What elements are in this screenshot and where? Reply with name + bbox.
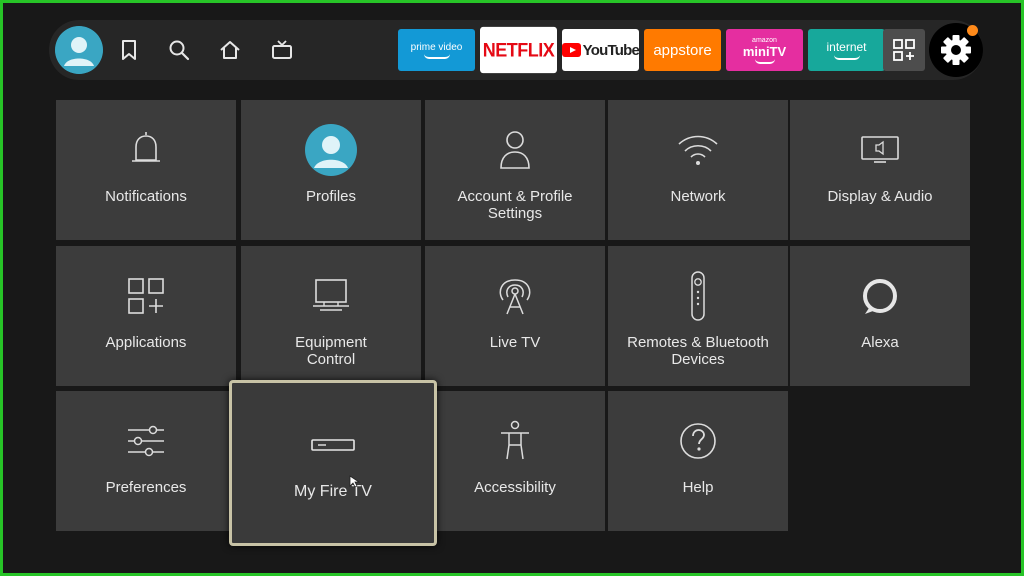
tile-icon-wrap (425, 274, 605, 318)
tile-notifications[interactable]: Notifications (56, 100, 236, 240)
app-prime-video[interactable]: prime video (398, 29, 475, 71)
tile-icon-wrap (608, 270, 788, 322)
home-icon (220, 41, 240, 59)
tile-icon-wrap (608, 419, 788, 463)
accessibility-icon (501, 420, 529, 460)
bell-icon (132, 132, 160, 162)
profile-avatar[interactable] (55, 26, 103, 74)
tile-remotes-bluetooth[interactable]: Remotes & Bluetooth Devices (608, 246, 788, 386)
tile-profiles[interactable]: Profiles (241, 100, 421, 240)
app-netflix-label: NETFLIX (482, 38, 555, 61)
apps-icon (128, 278, 164, 314)
person-icon (500, 131, 530, 169)
tile-network[interactable]: Network (608, 100, 788, 240)
apps-row: prime video NETFLIX YouTube appstore ama… (398, 26, 885, 74)
prime-smile-icon (423, 54, 450, 59)
tile-label: Display & Audio (827, 188, 933, 205)
fire-tv-device-icon (311, 439, 355, 451)
tile-accessibility[interactable]: Accessibility (425, 391, 605, 531)
tile-icon-wrap (608, 128, 788, 172)
tile-equipment-control[interactable]: Equipment Control (241, 246, 421, 386)
remote-icon (691, 271, 705, 321)
bookmark-button[interactable] (109, 30, 149, 70)
app-appstore-label: appstore (653, 41, 712, 59)
tile-label: Equipment Control (295, 334, 367, 368)
tile-label: Help (682, 479, 714, 496)
search-icon (169, 40, 190, 61)
app-minitv-label: miniTV (742, 43, 787, 59)
tile-icon-wrap (790, 128, 970, 172)
tile-icon-wrap (56, 128, 236, 172)
tile-icon-wrap (241, 274, 421, 318)
tile-display-audio[interactable]: Display & Audio (790, 100, 970, 240)
tile-label: Accessibility (474, 479, 556, 496)
youtube-play-icon (562, 43, 581, 57)
antenna-icon (499, 279, 531, 315)
internet-smile-icon (833, 55, 860, 60)
tile-icon-wrap (425, 128, 605, 172)
search-button[interactable] (159, 30, 199, 70)
app-prime-video-label: prime video (410, 41, 463, 53)
gear-icon (941, 35, 971, 65)
minitv-smile-icon (754, 59, 775, 64)
home-button[interactable] (210, 30, 250, 70)
tile-label: Profiles (305, 188, 357, 205)
app-youtube-label: YouTube (582, 41, 639, 59)
sliders-icon (128, 425, 164, 457)
app-internet[interactable]: internet (808, 29, 885, 71)
help-icon (680, 423, 716, 459)
tile-my-fire-tv[interactable]: My Fire TV (229, 380, 437, 546)
tile-alexa[interactable]: Alexa (790, 246, 970, 386)
monitor-icon (313, 279, 349, 311)
tile-icon-wrap (232, 423, 434, 467)
app-appstore[interactable]: appstore (644, 29, 721, 71)
tile-label: Notifications (105, 188, 187, 205)
tile-icon-wrap (241, 124, 421, 176)
notification-dot (967, 25, 978, 36)
tile-label: Network (670, 188, 726, 205)
app-internet-label: internet (826, 40, 867, 54)
top-nav-bar: prime video NETFLIX YouTube appstore ama… (49, 20, 983, 80)
live-tv-icon (272, 40, 292, 59)
live-tv-button[interactable] (262, 30, 302, 70)
tile-icon-wrap (56, 274, 236, 318)
tile-account-profile-settings[interactable]: Account & Profile Settings (425, 100, 605, 240)
profile-avatar-icon (305, 124, 357, 176)
app-youtube[interactable]: YouTube (562, 29, 639, 71)
tile-applications[interactable]: Applications (56, 246, 236, 386)
display-audio-icon (861, 136, 899, 163)
tile-label: Preferences (105, 479, 187, 496)
tile-label: My Fire TV (294, 483, 372, 500)
tile-live-tv[interactable]: Live TV (425, 246, 605, 386)
tile-icon-wrap (56, 419, 236, 463)
all-apps-button[interactable] (883, 29, 925, 71)
tile-label: Applications (105, 334, 187, 351)
tile-icon-wrap (425, 419, 605, 463)
tile-icon-wrap (790, 274, 970, 318)
tile-label: Live TV (489, 334, 541, 351)
app-minitv[interactable]: amazon miniTV (726, 29, 803, 71)
wifi-icon (678, 135, 718, 165)
app-netflix[interactable]: NETFLIX (480, 26, 557, 74)
tile-help[interactable]: Help (608, 391, 788, 531)
alexa-icon (863, 279, 897, 314)
tile-preferences[interactable]: Preferences (56, 391, 236, 531)
tile-label: Remotes & Bluetooth Devices (627, 334, 769, 368)
mouse-cursor-icon (349, 475, 361, 488)
apps-grid-icon (893, 39, 915, 61)
bookmark-icon (122, 40, 136, 60)
screen-frame: prime video NETFLIX YouTube appstore ama… (0, 0, 1024, 576)
avatar-icon (55, 26, 103, 74)
app-minitv-top-label: amazon (752, 36, 777, 44)
tile-label: Alexa (861, 334, 899, 351)
tile-label: Account & Profile Settings (457, 188, 573, 222)
